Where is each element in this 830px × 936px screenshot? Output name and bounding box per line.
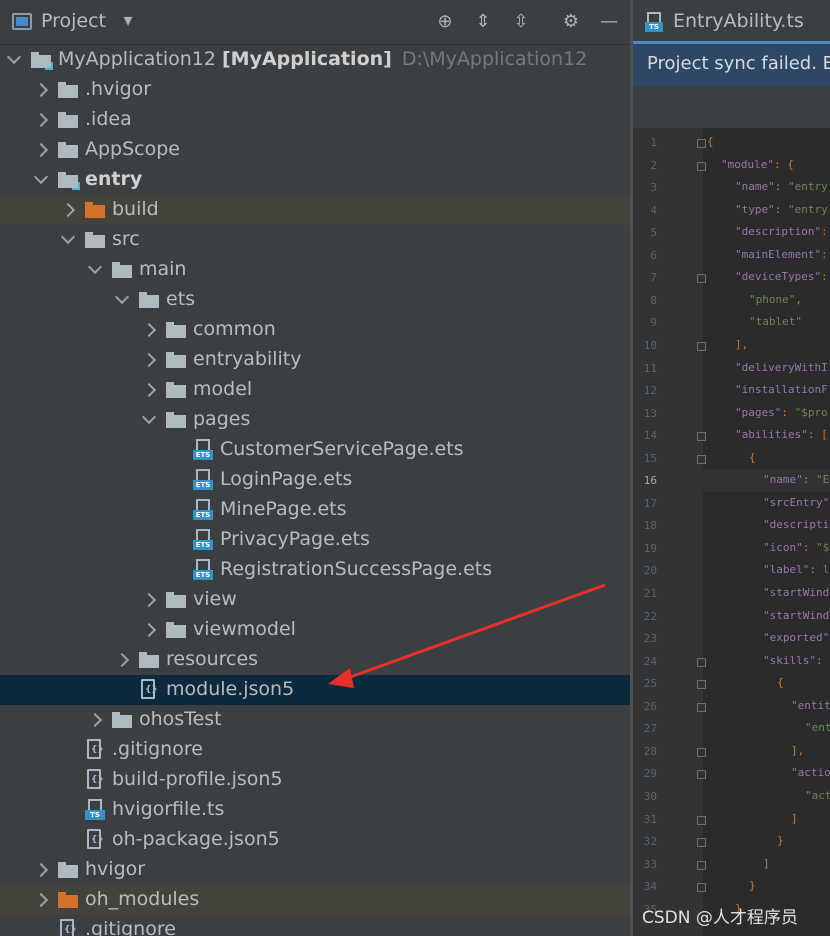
fold-marker-icon[interactable] xyxy=(697,680,706,690)
fold-marker-icon[interactable] xyxy=(697,702,706,712)
line-number: 10 xyxy=(643,338,657,352)
line-number: 19 xyxy=(643,541,657,555)
line-number: 3 xyxy=(650,181,657,195)
editor-tab[interactable]: TS EntryAbility.ts xyxy=(633,0,830,44)
sync-failed-text: Project sync failed. Ba xyxy=(647,53,830,74)
line-number: 9 xyxy=(650,316,657,330)
line-number: 4 xyxy=(650,203,657,217)
fold-marker-icon[interactable] xyxy=(697,883,706,893)
line-number: 11 xyxy=(643,361,657,375)
editor-breadcrumb-bar xyxy=(633,86,830,128)
line-number: 16 xyxy=(643,474,657,488)
fold-marker-icon[interactable] xyxy=(697,860,706,870)
fold-marker-icon[interactable] xyxy=(697,432,706,442)
line-number: 21 xyxy=(643,587,657,600)
line-number: 29 xyxy=(643,767,657,781)
watermark: CSDN @人才程序员 xyxy=(642,908,798,928)
fold-marker-icon[interactable] xyxy=(697,454,706,464)
line-number: 33 xyxy=(643,857,657,871)
sync-failed-banner: Project sync failed. Ba xyxy=(633,44,830,86)
fold-marker-icon[interactable] xyxy=(697,341,706,351)
editor-gutter: 1 2 3 4 5 6 7 8 9 10 11 12 13 14 15 16 17 18 19 20 21 22 23 24 2… xyxy=(633,128,706,936)
line-number: 28 xyxy=(643,744,657,758)
fold-marker-icon[interactable] xyxy=(697,815,706,825)
line-number: 2 xyxy=(650,158,657,172)
line-number: 13 xyxy=(643,406,657,420)
line-number: 27 xyxy=(643,722,657,736)
line-number: 12 xyxy=(643,384,657,398)
line-number: 18 xyxy=(643,519,657,533)
line-number: 31 xyxy=(643,812,657,826)
line-number: 5 xyxy=(650,226,657,240)
fold-marker-icon[interactable] xyxy=(697,274,706,284)
ts-file-icon: TS xyxy=(645,12,663,32)
line-number: 34 xyxy=(643,880,657,894)
line-number: 8 xyxy=(650,293,657,307)
fold-marker-icon[interactable] xyxy=(697,161,706,171)
line-number: 7 xyxy=(650,271,657,285)
annotation-arrow xyxy=(328,583,606,688)
fold-marker-icon[interactable] xyxy=(697,139,706,148)
line-number: 6 xyxy=(650,248,657,262)
editor-tab-label: EntryAbility.ts xyxy=(673,10,804,32)
annotation-arrow-head xyxy=(328,668,354,688)
line-number: 1 xyxy=(650,136,657,149)
line-number: 24 xyxy=(643,654,657,668)
editor-area: TS EntryAbility.ts Project sync failed. … xyxy=(633,0,830,936)
annotation-arrow-line xyxy=(341,583,606,682)
project-panel: Project ▾ ⊕ ⇕ ⇳ ⚙ — MyApplication12 [MyAp… xyxy=(0,0,630,936)
line-number: 25 xyxy=(643,677,657,691)
line-number: 26 xyxy=(643,699,657,713)
fold-marker-icon[interactable] xyxy=(697,770,706,780)
line-number: 17 xyxy=(643,496,657,510)
line-number: 23 xyxy=(643,632,657,646)
line-number: 20 xyxy=(643,564,657,578)
line-number: 32 xyxy=(643,835,657,849)
line-number: 30 xyxy=(643,789,657,803)
line-number: 15 xyxy=(643,451,657,465)
line-number: 14 xyxy=(643,429,657,443)
fold-marker-icon[interactable] xyxy=(697,657,706,667)
line-number: 22 xyxy=(643,609,657,623)
fold-marker-icon[interactable] xyxy=(697,838,706,848)
fold-marker-icon[interactable] xyxy=(697,747,706,757)
